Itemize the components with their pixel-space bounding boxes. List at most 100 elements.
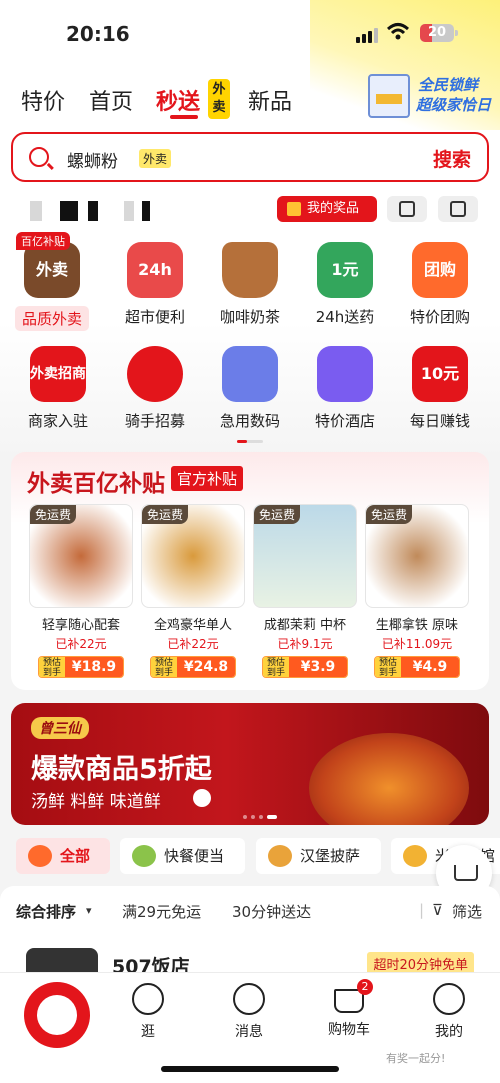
promo-banner[interactable]: 全民锁鲜 超级家恰日: [352, 66, 492, 124]
product-name: 轻享随心配套: [41, 618, 120, 633]
divider: |: [419, 901, 425, 919]
coffee-cup-icon: [222, 242, 278, 298]
category-item[interactable]: 急用数码: [200, 346, 300, 431]
tab-profile[interactable]: 我的: [409, 983, 489, 1041]
product-item[interactable]: 免运费 成都茉莉 中杯 已补9.1元 预估到手 ¥3.9: [253, 504, 357, 678]
tab-new[interactable]: 新品: [248, 84, 292, 116]
tab-special[interactable]: 特价: [21, 84, 65, 116]
status-time: 20:16: [66, 22, 130, 46]
icon-text: 外卖: [35, 260, 68, 279]
promo-line2: 超级家恰日: [416, 96, 492, 114]
product-name: 成都茉莉 中杯: [263, 618, 347, 633]
rider-icon: [127, 346, 183, 402]
product-price: ¥3.9: [289, 657, 347, 677]
my-prizes-button[interactable]: 我的奖品: [277, 196, 377, 222]
blurred-text: [88, 201, 98, 221]
est-label: 预估到手: [151, 657, 177, 677]
arrow-right-icon: [193, 789, 211, 807]
chip-burger[interactable]: 汉堡披萨: [256, 838, 381, 874]
category-item[interactable]: 10元 每日赚钱: [390, 346, 490, 431]
product-item[interactable]: 免运费 生椰拿铁 原味 已补11.09元 预估到手 ¥4.9: [365, 504, 469, 678]
chip-fastfood[interactable]: 快餐便当: [120, 838, 245, 874]
category-label: 超市便利: [124, 308, 185, 326]
all-icon: [28, 845, 52, 867]
product-subsidy: 已补11.09元: [381, 637, 453, 651]
category-label: 急用数码: [219, 412, 280, 430]
burger-icon: [268, 845, 292, 867]
chip-all[interactable]: 全部: [16, 838, 110, 874]
merchant-join-icon: 外卖招商: [30, 346, 86, 402]
category-item[interactable]: 咖啡奶茶: [200, 242, 300, 327]
group-buy-ticket-icon: 团购: [412, 242, 468, 298]
phone-digital-icon: [222, 346, 278, 402]
icon-text: 10元: [420, 364, 460, 383]
category-item[interactable]: 24h 超市便利: [105, 242, 205, 327]
free-shipping-badge: 免运费: [142, 505, 189, 524]
category-item[interactable]: 骑手招募: [105, 346, 205, 431]
product-item[interactable]: 免运费 轻享随心配套 已补22元 预估到手 ¥18.9: [29, 504, 133, 678]
search-tag: 外卖: [139, 149, 172, 168]
product-subsidy: 已补22元: [167, 637, 219, 651]
product-image: 免运费: [29, 504, 133, 608]
message-icon: [233, 983, 265, 1015]
product-image: 免运费: [253, 504, 357, 608]
product-image: 免运费: [365, 504, 469, 608]
blurred-text: [60, 201, 78, 221]
category-chips: 全部 快餐便当 汉堡披萨 米粉面馆: [0, 838, 500, 876]
product-price: ¥4.9: [401, 657, 459, 677]
search-input[interactable]: 螺蛳粉: [67, 147, 118, 172]
list-icon: [399, 201, 415, 217]
category-item[interactable]: 团购 特价团购: [390, 242, 490, 327]
tab-instant[interactable]: 秒送: [156, 84, 200, 116]
product-image: 免运费: [141, 504, 245, 608]
search-icon: [29, 147, 49, 167]
chip-label: 全部: [60, 847, 91, 865]
cart-count: 2: [357, 979, 373, 995]
hotel-icon: [317, 346, 373, 402]
category-item[interactable]: 外卖招商 商家入驻: [8, 346, 108, 431]
filter-button[interactable]: 筛选: [452, 901, 482, 922]
subsidy-title: 外卖百亿补贴: [27, 471, 165, 497]
search-button[interactable]: 搜索: [433, 145, 471, 172]
tab-cart[interactable]: 2 购物车: [309, 979, 389, 1039]
profile-icon: [433, 983, 465, 1015]
category-label: 品质外卖: [14, 306, 89, 331]
tab-messages[interactable]: 消息: [209, 983, 289, 1041]
store-24h-icon: 24h: [127, 242, 183, 298]
battery-icon: 20: [420, 24, 458, 42]
tablet-icon: [450, 201, 466, 217]
sort-default[interactable]: 综合排序: [16, 901, 76, 922]
tab-label: 消息: [235, 1024, 263, 1040]
filter-free-delivery[interactable]: 满29元免运: [122, 901, 201, 922]
banner-page-indicator: [243, 815, 277, 819]
coupon-cards-icon: 10元: [412, 346, 468, 402]
category-item[interactable]: 1元 24h送药: [295, 242, 395, 327]
category-item[interactable]: 特价酒店: [295, 346, 395, 431]
tab-stroll[interactable]: 逛: [108, 983, 188, 1041]
tab-home[interactable]: 首页: [89, 84, 133, 116]
filter-30min[interactable]: 30分钟送达: [232, 901, 311, 922]
product-price: ¥18.9: [65, 657, 123, 677]
product-item[interactable]: 免运费 全鸡豪华单人 已补22元 预估到手 ¥24.8: [141, 504, 245, 678]
category-label: 特价酒店: [314, 412, 375, 430]
category-label: 每日赚钱: [409, 412, 470, 430]
product-name: 全鸡豪华单人: [153, 618, 232, 633]
active-tab-indicator: [170, 115, 198, 119]
tablet-button[interactable]: [438, 196, 478, 222]
search-bar[interactable]: 螺蛳粉 外卖 搜索: [11, 132, 489, 182]
promo-banner-noodles[interactable]: 曾三仙 爆款商品5折起 汤鲜 料鲜 味道鲜: [11, 703, 489, 825]
chip-label: 快餐便当: [164, 847, 225, 865]
orders-button[interactable]: [387, 196, 427, 222]
category-label: 24h送药: [315, 308, 375, 326]
store-item[interactable]: 507饭店 超时20分钟免单: [0, 934, 500, 988]
product-subsidy: 已补9.1元: [277, 637, 333, 651]
home-indicator: [161, 1066, 339, 1072]
icon-text: 24h: [138, 260, 172, 279]
joy-mascot-icon[interactable]: [24, 982, 90, 1048]
est-label: 预估到手: [263, 657, 289, 677]
noodle-bowl-image: [309, 733, 469, 825]
bento-icon: [132, 845, 156, 867]
funnel-icon: ⊽: [432, 901, 443, 919]
chip-label: 汉堡披萨: [300, 847, 361, 865]
category-item[interactable]: 百亿补贴 外卖 品质外卖: [2, 232, 102, 331]
